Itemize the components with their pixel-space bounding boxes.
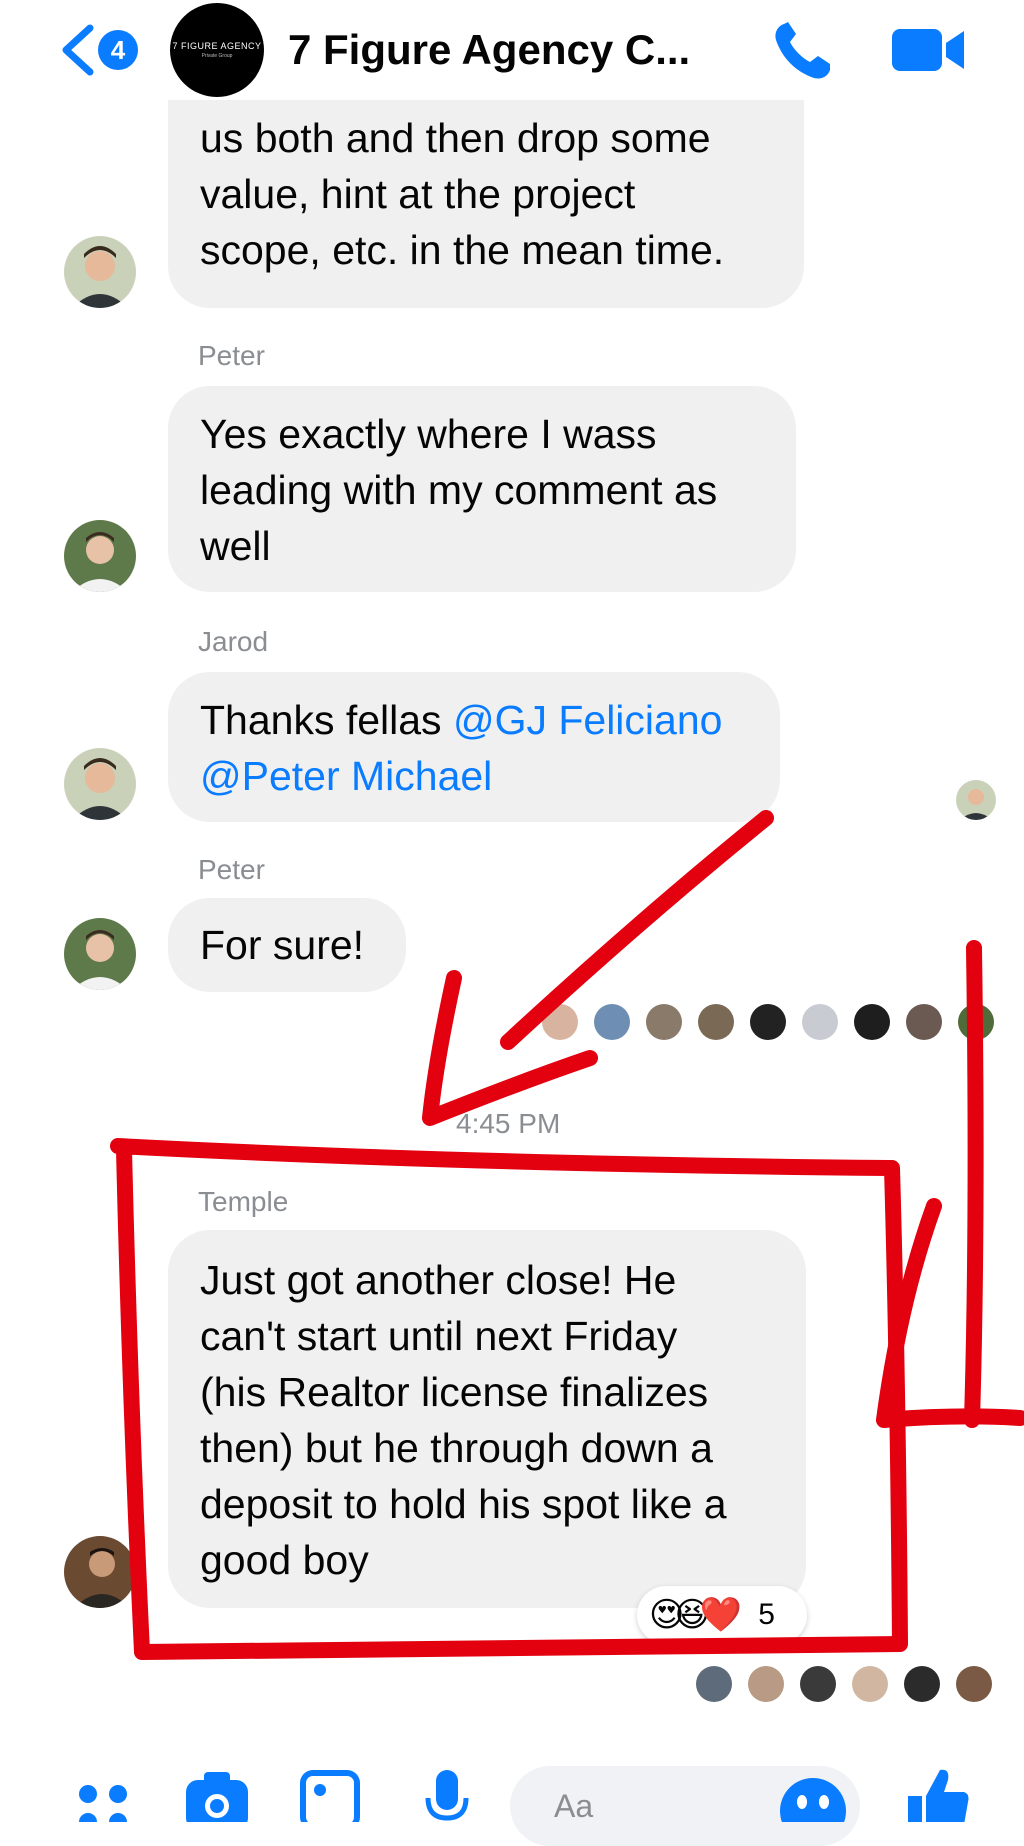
apps-icon[interactable] [76,1782,132,1822]
message-bubble[interactable]: Yes exactly where I wass leading with my… [168,386,796,592]
mention-link[interactable]: @GJ Feliciano [453,697,722,743]
unread-count-badge[interactable]: 4 [98,30,138,70]
microphone-icon[interactable] [424,1768,470,1822]
group-logo-text: 7 FIGURE AGENCY [172,41,262,51]
message-line: us both and then drop some [200,115,711,161]
reaction-pill[interactable]: 😍 😆 ❤️ 5 [637,1586,807,1644]
message-line: For sure! [200,922,365,968]
message-line: Just got another close! He [200,1257,677,1303]
message-line: deposit to hold his spot like a [200,1481,727,1527]
heart-emoji: ❤️ [699,1596,743,1634]
sender-name: Temple [198,1186,289,1217]
reaction-count: 5 [758,1598,775,1631]
message-line: value, hint at the project [200,171,636,217]
message-bubble[interactable]: For sure! [168,898,406,992]
video-camera-icon[interactable] [890,25,966,75]
message-bubble[interactable]: us both and then drop some value, hint a… [168,100,804,308]
thumbs-up-icon[interactable] [904,1766,970,1822]
camera-icon[interactable] [184,1770,250,1822]
avatar-jarod[interactable] [64,748,136,820]
message-line: (his Realtor license finalizes [200,1369,709,1415]
message-line: Yes exactly where I wass [200,411,657,457]
chat-title[interactable]: 7 Figure Agency C... [288,22,690,78]
avatar-jarod[interactable] [64,236,136,308]
message-bubble[interactable]: Thanks fellas @GJ Feliciano @Peter Micha… [168,672,780,822]
message-line: then) but he through down a [200,1425,713,1471]
gallery-icon[interactable] [300,1770,360,1822]
avatar-peter[interactable] [64,918,136,990]
sender-name: Peter [198,340,265,371]
chat-header: 4 7 FIGURE AGENCY Private Group 7 Figure… [0,0,1024,100]
read-receipt-avatar [956,780,996,820]
sender-name: Peter [198,854,265,885]
message-bubble[interactable]: Just got another close! He can't start u… [168,1230,806,1608]
avatar-peter[interactable] [64,520,136,592]
message-line: can't start until next Friday [200,1313,678,1359]
seen-by-row[interactable] [540,1002,1000,1042]
sender-name: Jarod [198,626,269,657]
message-line: leading with my comment as [200,467,718,513]
mention-link[interactable]: @Peter Michael [200,753,492,799]
group-avatar[interactable]: 7 FIGURE AGENCY Private Group [170,3,264,97]
message-text: Thanks fellas [200,697,453,743]
message-line: good boy [200,1537,369,1583]
message-line: well [200,523,271,569]
group-logo-sub: Private Group [201,53,233,59]
seen-by-row[interactable] [694,1664,1004,1704]
emoji-icon[interactable] [778,1776,848,1822]
message-timestamp: 4:45 PM [456,1108,561,1139]
phone-icon[interactable] [770,20,836,82]
chevron-left-icon[interactable] [58,22,98,78]
message-line: scope, etc. in the mean time. [200,227,725,273]
avatar-temple[interactable] [64,1536,136,1608]
